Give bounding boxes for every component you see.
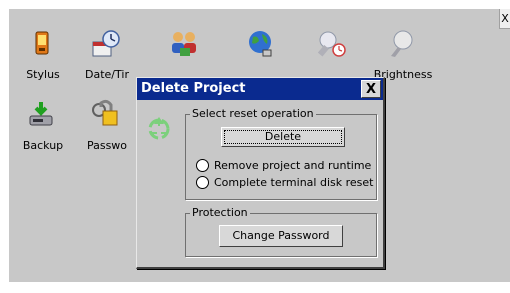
close-button[interactable]: X xyxy=(499,9,510,29)
stylus-icon xyxy=(35,31,49,55)
backup-shortcut[interactable]: Backup xyxy=(11,99,75,159)
radio-remove-project-label: Remove project and runtime xyxy=(214,159,372,172)
screensaver-icon xyxy=(317,31,346,57)
dialog-close-button[interactable]: X xyxy=(361,80,381,98)
protection-group-legend: Protection xyxy=(190,206,250,220)
radio-remove-project-circle[interactable] xyxy=(196,159,209,172)
backup-icon xyxy=(29,102,53,126)
stylus-label: Stylus xyxy=(26,68,60,81)
delete-project-dialog: Delete Project X Select reset operation … xyxy=(136,77,385,269)
radio-complete-reset-circle[interactable] xyxy=(196,176,209,189)
change-password-button[interactable]: Change Password xyxy=(219,225,343,247)
password-label: Passwo xyxy=(86,139,128,152)
date-time-icon xyxy=(92,30,120,57)
recycle-icon xyxy=(148,117,170,140)
date-time-shortcut[interactable]: Date/Tir xyxy=(75,28,139,88)
reset-operation-group: Select reset operation Delete Remove pro… xyxy=(185,107,377,200)
password-lock-icon xyxy=(92,99,118,126)
dialog-title: Delete Project xyxy=(141,81,246,96)
password-shortcut[interactable]: Passwo xyxy=(75,99,139,159)
date-time-label: Date/Tir xyxy=(85,68,129,81)
dialog-title-bar: Delete Project X xyxy=(137,78,383,100)
protection-group: Protection Change Password xyxy=(185,206,377,257)
radio-complete-reset-label: Complete terminal disk reset xyxy=(214,176,374,189)
backup-label: Backup xyxy=(22,139,64,152)
users-icon xyxy=(172,32,196,56)
stylus-shortcut[interactable]: Stylus xyxy=(11,28,75,88)
network-globe-icon xyxy=(249,31,272,57)
delete-button[interactable]: Delete xyxy=(221,127,345,147)
brightness-icon xyxy=(391,30,413,57)
reset-group-legend: Select reset operation xyxy=(190,107,316,121)
